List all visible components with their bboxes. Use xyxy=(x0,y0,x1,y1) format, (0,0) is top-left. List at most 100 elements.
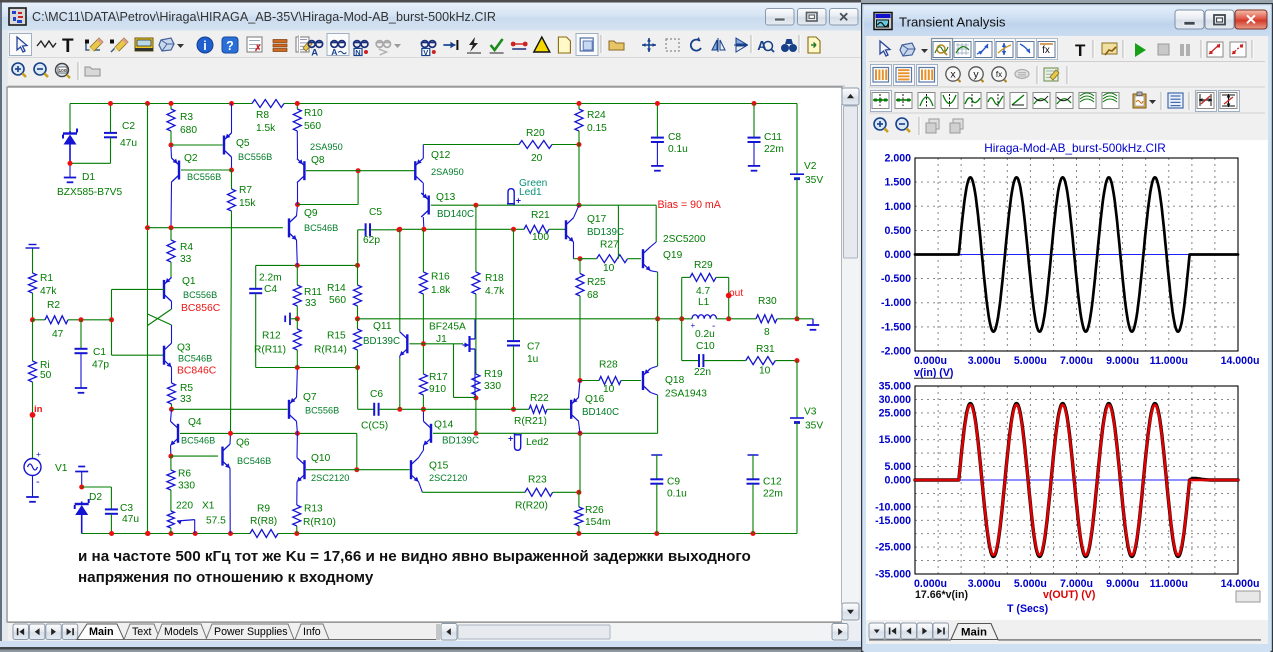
svg-text:Power Supplies: Power Supplies xyxy=(214,626,288,638)
svg-text:T: T xyxy=(62,36,74,57)
svg-text:напряжения по отношению к вход: напряжения по отношению к входному xyxy=(78,569,374,586)
svg-text:25.000: 25.000 xyxy=(879,407,912,419)
svg-text:8: 8 xyxy=(764,327,770,338)
svg-text:Q3: Q3 xyxy=(177,343,191,354)
svg-text:0.1u: 0.1u xyxy=(667,489,687,500)
svg-text:47u: 47u xyxy=(120,138,137,149)
svg-text:R10: R10 xyxy=(304,108,323,119)
svg-text:Q15: Q15 xyxy=(429,461,449,472)
svg-text:R18: R18 xyxy=(485,273,504,284)
svg-text:2SC2120: 2SC2120 xyxy=(429,473,467,483)
svg-text:C11: C11 xyxy=(764,132,782,143)
svg-text:v(in) (V): v(in) (V) xyxy=(914,367,953,379)
svg-text:C10: C10 xyxy=(696,341,715,352)
svg-text:0.500: 0.500 xyxy=(884,225,911,237)
svg-text:R7: R7 xyxy=(239,185,252,196)
svg-text:R30: R30 xyxy=(758,296,777,307)
svg-text:Q18: Q18 xyxy=(665,375,685,386)
svg-text:BZX585-B7V5: BZX585-B7V5 xyxy=(57,187,122,198)
svg-text:R11: R11 xyxy=(304,287,322,298)
svg-text:11.000u: 11.000u xyxy=(1150,355,1188,367)
svg-text:33: 33 xyxy=(180,394,192,405)
svg-text:1.500: 1.500 xyxy=(884,177,911,189)
svg-text:-10.000: -10.000 xyxy=(875,501,911,513)
svg-text:R8: R8 xyxy=(256,110,269,121)
svg-text:5.000u: 5.000u xyxy=(1014,355,1047,367)
svg-text:35.000: 35.000 xyxy=(879,381,912,393)
svg-text:22n: 22n xyxy=(694,367,711,378)
svg-text:y: y xyxy=(973,69,979,81)
svg-text:Q13: Q13 xyxy=(436,192,456,203)
svg-text:47: 47 xyxy=(52,329,64,340)
svg-text:15k: 15k xyxy=(239,198,256,209)
svg-text:Bias = 90 mA: Bias = 90 mA xyxy=(658,199,722,211)
svg-text:0.2u: 0.2u xyxy=(695,329,715,340)
svg-text:R(R21): R(R21) xyxy=(514,416,547,427)
svg-text:2.000: 2.000 xyxy=(884,153,911,165)
svg-text:35V: 35V xyxy=(805,421,823,432)
svg-text:Q14: Q14 xyxy=(434,419,454,430)
svg-text:T (Secs): T (Secs) xyxy=(1007,603,1048,615)
svg-text:V2: V2 xyxy=(804,161,817,172)
svg-text:220: 220 xyxy=(176,500,193,511)
svg-text:5.000: 5.000 xyxy=(884,461,911,473)
svg-text:BD139C: BD139C xyxy=(363,336,400,347)
svg-text:и на частоте 500 кГц тот же Ku: и на частоте 500 кГц тот же Ku = 17,66 и… xyxy=(78,548,751,565)
svg-text:Q4: Q4 xyxy=(188,417,202,428)
svg-text:BF245A: BF245A xyxy=(429,322,466,333)
svg-text:35V: 35V xyxy=(805,175,823,186)
svg-text:47k: 47k xyxy=(40,286,57,297)
svg-text:A: A xyxy=(311,48,318,59)
svg-text:Q19: Q19 xyxy=(663,250,683,261)
svg-text:R21: R21 xyxy=(531,210,550,221)
svg-text:R27: R27 xyxy=(600,240,619,251)
svg-text:Led2: Led2 xyxy=(526,437,549,448)
svg-text:R(R8): R(R8) xyxy=(250,516,277,527)
svg-text:Hiraga-Mod-AB_burst-500kHz.CIR: Hiraga-Mod-AB_burst-500kHz.CIR xyxy=(984,141,1166,155)
svg-text:0.15: 0.15 xyxy=(587,123,607,134)
svg-text:R14: R14 xyxy=(327,283,346,294)
svg-text:L1: L1 xyxy=(698,297,710,308)
svg-text:330: 330 xyxy=(178,481,195,492)
svg-text:BC556B: BC556B xyxy=(187,172,221,182)
svg-text:D2: D2 xyxy=(89,492,102,503)
svg-text:Text: Text xyxy=(132,626,151,638)
svg-text:Q12: Q12 xyxy=(431,150,451,161)
svg-text:R25: R25 xyxy=(587,277,606,288)
svg-text:Q10: Q10 xyxy=(311,453,331,464)
svg-text:3.000u: 3.000u xyxy=(968,355,1001,367)
svg-text:1.5k: 1.5k xyxy=(256,123,276,134)
svg-text:BC546B: BC546B xyxy=(237,456,271,466)
svg-text:2SC2120: 2SC2120 xyxy=(311,473,349,483)
svg-text:Q17: Q17 xyxy=(587,214,607,225)
svg-text:x: x xyxy=(950,69,956,81)
svg-text:C5: C5 xyxy=(369,207,382,218)
svg-text:R1: R1 xyxy=(40,273,53,284)
svg-text:4.7: 4.7 xyxy=(696,286,710,297)
svg-text:+: + xyxy=(508,433,513,443)
svg-text:30.000: 30.000 xyxy=(879,394,912,406)
svg-text:✕: ✕ xyxy=(1245,13,1257,29)
svg-text:0.000: 0.000 xyxy=(884,475,911,487)
svg-text:22m: 22m xyxy=(764,144,784,155)
svg-text:2SA950: 2SA950 xyxy=(431,167,464,177)
svg-text:BC856C: BC856C xyxy=(181,303,221,314)
svg-text:R3: R3 xyxy=(180,112,193,123)
svg-text:10: 10 xyxy=(603,263,615,274)
svg-text:-1.500: -1.500 xyxy=(881,321,911,333)
svg-text:BD140C: BD140C xyxy=(437,209,474,220)
svg-text:V1: V1 xyxy=(55,463,68,474)
svg-text:C6: C6 xyxy=(370,389,383,400)
svg-text:5.000u: 5.000u xyxy=(1014,578,1047,590)
svg-text:47u: 47u xyxy=(122,514,139,525)
svg-text:BC546B: BC546B xyxy=(304,223,338,233)
svg-text:560: 560 xyxy=(329,295,346,306)
svg-text:R31: R31 xyxy=(756,344,775,355)
svg-text:C2: C2 xyxy=(122,121,135,132)
svg-text:Q9: Q9 xyxy=(304,208,318,219)
svg-text:Main: Main xyxy=(89,626,114,638)
svg-text:Q11: Q11 xyxy=(373,321,392,332)
svg-text:2.2m: 2.2m xyxy=(259,273,282,284)
svg-text:22m: 22m xyxy=(763,489,783,500)
svg-text:BC846C: BC846C xyxy=(177,366,217,377)
